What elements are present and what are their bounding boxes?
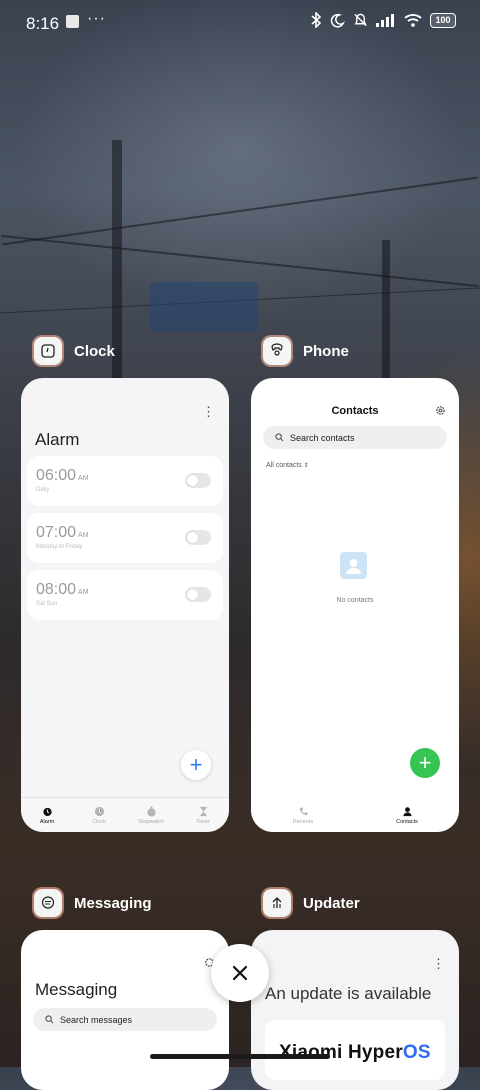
app-name: Clock xyxy=(74,342,115,360)
tab-label: Clock xyxy=(92,818,106,825)
clock-tab-icon xyxy=(94,806,104,816)
messaging-icon xyxy=(34,889,62,917)
tab-stopwatch: Stopwatch xyxy=(125,798,177,832)
recent-card-phone[interactable]: Contacts Search contacts All contacts ⇕ … xyxy=(251,378,459,832)
hyperos-logo: Xiaomi HyperOS xyxy=(279,1042,431,1064)
alarm-time: 06:00 xyxy=(36,467,77,484)
updater-icon xyxy=(263,889,291,917)
tab-label: Stopwatch xyxy=(138,818,164,825)
alarm-item: 06:00 AM Daily xyxy=(27,456,223,506)
tab-clock: Clock xyxy=(73,798,125,832)
status-time: 8:16 xyxy=(26,14,60,33)
app-name: Messaging xyxy=(74,894,152,912)
wifi-icon xyxy=(404,14,422,27)
bluetooth-icon xyxy=(311,12,322,28)
more-notifications-icon: ··· xyxy=(87,10,106,27)
app-name: Phone xyxy=(303,342,349,360)
alarm-toggle xyxy=(185,530,211,545)
phone-icon xyxy=(299,806,308,815)
stopwatch-icon xyxy=(146,805,156,817)
add-contact-icon: + xyxy=(410,748,440,778)
moon-icon xyxy=(330,13,345,27)
alarm-ampm: AM xyxy=(78,589,89,596)
alarm-icon xyxy=(42,807,52,816)
empty-state-text: No contacts xyxy=(336,597,374,604)
recent-card-clock[interactable]: ⋮ Alarm 06:00 AM Daily 07:00 AM Monday to … xyxy=(21,378,229,832)
alarm-ampm: AM xyxy=(78,475,89,482)
alarm-toggle xyxy=(185,587,211,602)
battery-icon: 100 xyxy=(430,12,456,28)
search-icon xyxy=(275,433,284,442)
tab-label: Recents xyxy=(292,818,314,825)
alarm-toggle xyxy=(185,473,211,488)
search-messages-field: Search messages xyxy=(33,1008,217,1031)
contacts-filter: All contacts ⇕ xyxy=(266,462,309,469)
recent-app-header-messaging[interactable]: Messaging xyxy=(34,889,152,917)
clear-all-button[interactable] xyxy=(211,944,269,1002)
tab-recents: Recents xyxy=(251,798,355,832)
tab-bar: Alarm Clock Stopwatch Timer xyxy=(21,797,229,832)
alarm-repeat: Monday to Friday xyxy=(36,544,83,550)
sort-icon: ⇕ xyxy=(303,463,309,469)
update-panel: Xiaomi HyperOS xyxy=(265,1020,445,1080)
tab-label: Contacts xyxy=(396,818,418,825)
recent-card-messaging[interactable]: Messaging Search messages xyxy=(21,930,229,1090)
home-gesture-bar[interactable] xyxy=(150,1054,330,1059)
brand-suffix: OS xyxy=(402,1042,431,1063)
filter-label: All contacts xyxy=(266,462,302,469)
alarm-repeat: Daily xyxy=(36,487,50,493)
recent-app-header-clock[interactable]: Clock xyxy=(34,337,115,365)
recent-card-updater[interactable]: ⋮ An update is available Xiaomi HyperOS xyxy=(251,930,459,1090)
screen-title: Contacts xyxy=(331,405,379,417)
search-placeholder: Search contacts xyxy=(290,432,355,443)
recent-app-header-phone[interactable]: Phone xyxy=(263,337,349,365)
settings-icon xyxy=(436,406,445,415)
alarm-repeat: Sat Sun xyxy=(36,601,58,607)
tab-contacts: Contacts xyxy=(355,798,459,832)
add-alarm-icon: + xyxy=(181,750,211,780)
notification-icon xyxy=(66,15,79,28)
alarm-ampm: AM xyxy=(78,532,89,539)
signal-icon xyxy=(376,14,394,27)
search-contacts-field: Search contacts xyxy=(263,426,447,449)
bell-off-icon xyxy=(354,13,367,27)
screen-title: Alarm xyxy=(35,430,80,449)
tab-bar: Recents Contacts xyxy=(251,798,459,832)
phone-app-icon xyxy=(263,337,291,365)
clock-icon xyxy=(34,337,62,365)
close-icon xyxy=(232,965,248,981)
brand-text: Xiaomi Hyper xyxy=(279,1042,403,1063)
tab-timer: Timer xyxy=(177,798,229,832)
alarm-item: 07:00 AM Monday to Friday xyxy=(27,513,223,563)
tab-label: Timer xyxy=(196,818,210,825)
more-options-icon: ⋮ xyxy=(432,956,445,971)
recent-app-header-updater[interactable]: Updater xyxy=(263,889,360,917)
alarm-item: 08:00 AM Sat Sun xyxy=(27,570,223,620)
tab-alarm: Alarm xyxy=(21,798,73,832)
search-placeholder: Search messages xyxy=(60,1014,133,1025)
screen-title: Messaging xyxy=(35,980,118,999)
empty-contact-icon xyxy=(340,552,367,579)
alarm-time: 08:00 xyxy=(36,581,77,598)
more-options-icon: ⋮ xyxy=(202,404,215,419)
status-bar: 8:16 ··· 100 xyxy=(0,0,480,46)
search-icon xyxy=(45,1015,54,1024)
tab-label: Alarm xyxy=(39,818,55,825)
app-name: Updater xyxy=(303,894,360,912)
hourglass-icon xyxy=(199,806,207,816)
alarm-time: 07:00 xyxy=(36,524,77,541)
person-icon xyxy=(402,806,412,816)
screen-title: An update is available xyxy=(265,984,432,1003)
